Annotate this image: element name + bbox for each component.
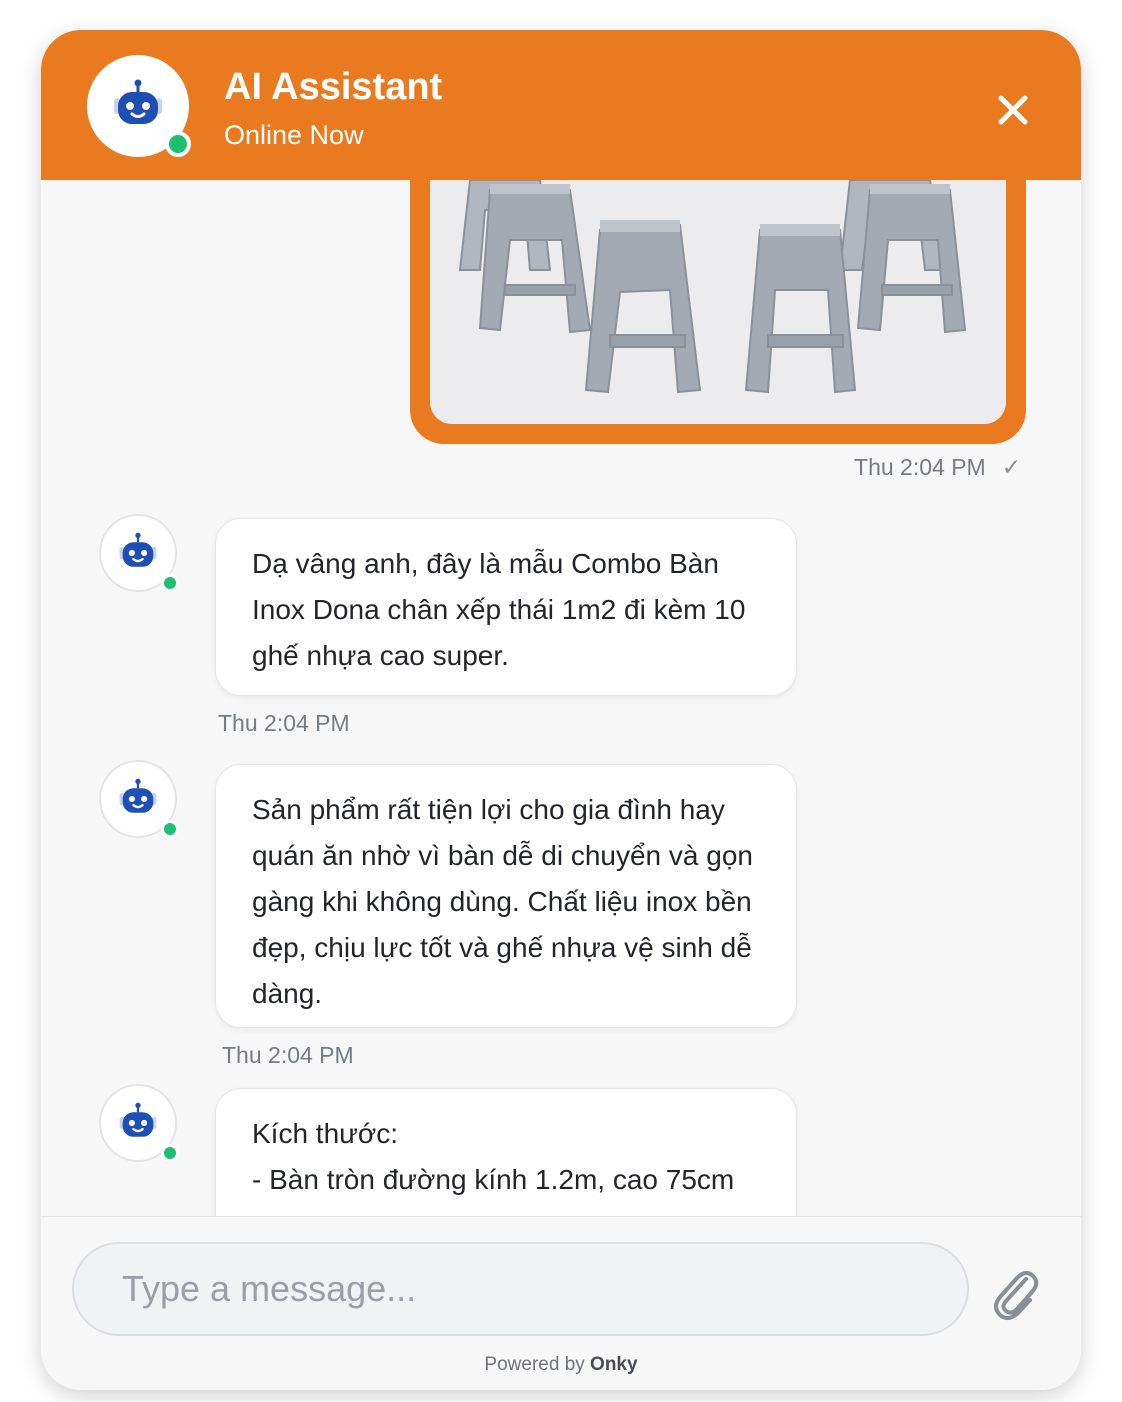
robot-icon <box>119 1102 157 1137</box>
paperclip-icon <box>994 1271 1039 1320</box>
user-message-time: Thu 2:04 PM ✓ <box>854 454 1021 481</box>
bot-message-bubble: Sản phẩm rất tiện lợi cho gia đình hay q… <box>215 764 797 1028</box>
assistant-name: AI Assistant <box>224 66 443 108</box>
bot-avatar <box>99 1084 179 1162</box>
powered-by-label: Powered by <box>484 1354 585 1375</box>
chat-widget: AI Assistant Online Now Thu 2:04 PM ✓ Dạ… <box>41 30 1081 1390</box>
timestamp: Thu 2:04 PM <box>854 454 986 480</box>
plastic-stools-photo <box>430 180 1006 424</box>
chat-header: AI Assistant Online Now <box>41 30 1081 180</box>
bot-message-bubble: Dạ vâng anh, đây là mẫu Combo Bàn Inox D… <box>215 518 797 696</box>
robot-icon <box>119 532 157 567</box>
powered-by: Powered by Onky <box>41 1354 1081 1376</box>
message-line: Kích thước: <box>252 1118 399 1149</box>
online-indicator <box>161 1144 179 1162</box>
check-icon: ✓ <box>1001 454 1021 480</box>
bot-message-time: Thu 2:04 PM <box>222 1042 354 1068</box>
assistant-status: Online Now <box>224 120 364 150</box>
brand-link[interactable]: Onky <box>590 1354 638 1375</box>
bot-message-time: Thu 2:04 PM <box>218 710 350 736</box>
robot-icon <box>114 79 162 124</box>
message-input[interactable] <box>72 1242 969 1336</box>
message-list[interactable]: Thu 2:04 PM ✓ Dạ vâng anh, đây là mẫu Com… <box>41 180 1081 1216</box>
bot-avatar <box>99 760 179 838</box>
composer: Powered by Onky <box>41 1216 1081 1390</box>
close-icon <box>998 95 1028 125</box>
stools-photo[interactable] <box>430 180 1006 424</box>
bot-message-bubble: Kích thước: - Bàn tròn đường kính 1.2m, … <box>215 1088 797 1216</box>
bot-avatar <box>99 514 179 592</box>
robot-icon <box>119 778 157 813</box>
online-indicator <box>165 131 191 157</box>
online-indicator <box>161 820 179 838</box>
attach-button[interactable] <box>987 1263 1043 1323</box>
close-button[interactable] <box>991 88 1035 132</box>
assistant-avatar <box>87 55 191 157</box>
online-indicator <box>161 574 179 592</box>
message-line: - Bàn tròn đường kính 1.2m, cao 75cm <box>252 1164 735 1195</box>
user-image-message[interactable] <box>410 180 1026 444</box>
